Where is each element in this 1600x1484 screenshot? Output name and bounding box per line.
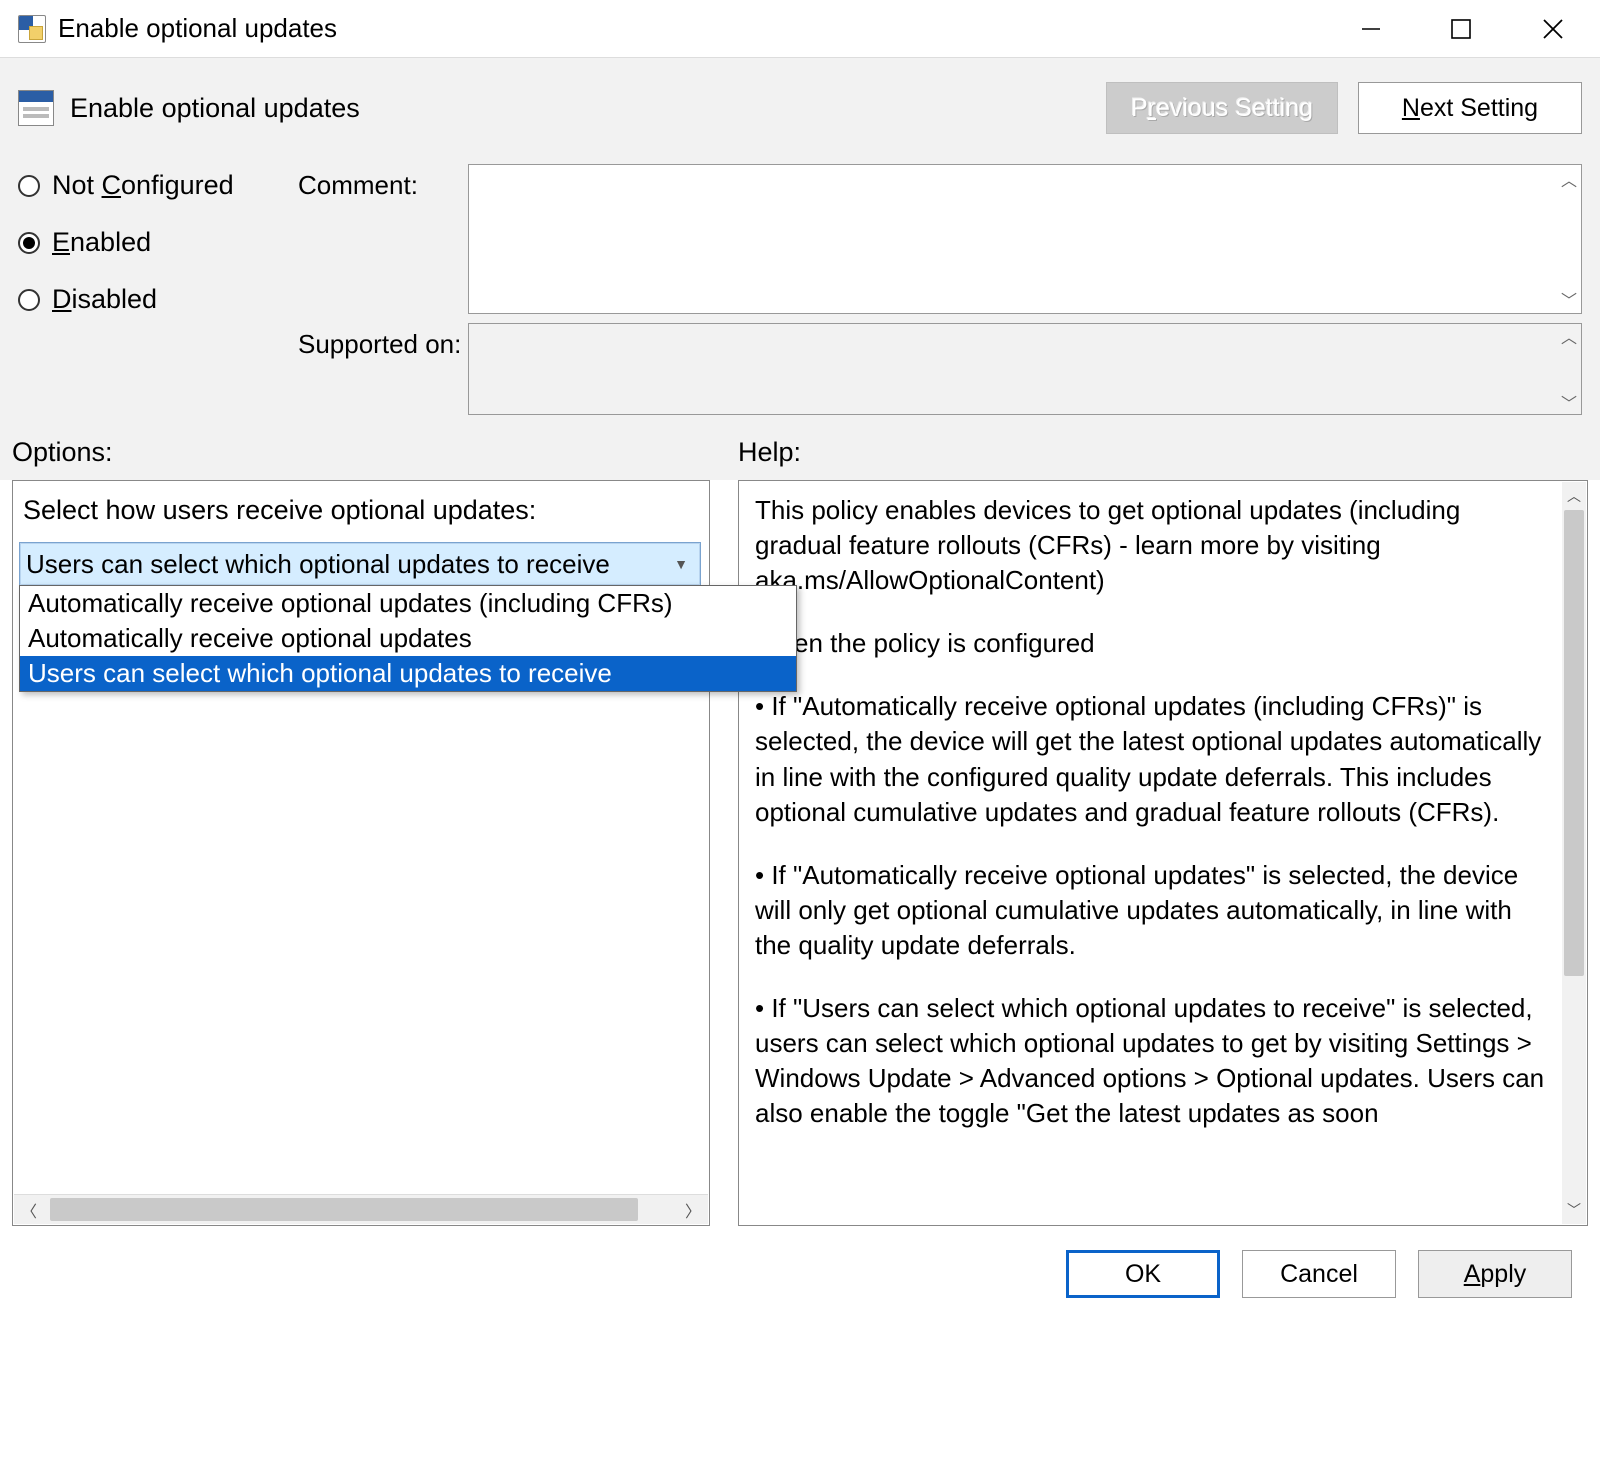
radio-icon (18, 175, 40, 197)
maximize-button[interactable] (1416, 0, 1506, 57)
radio-not-configured[interactable]: Not Configured (18, 170, 298, 201)
help-p3: • If "Automatically receive optional upd… (755, 689, 1545, 829)
cancel-button[interactable]: Cancel (1242, 1250, 1396, 1298)
window-title: Enable optional updates (58, 13, 1326, 44)
radio-icon (18, 289, 40, 311)
dropdown-option[interactable]: Users can select which optional updates … (20, 656, 796, 691)
apply-button[interactable]: Apply (1418, 1250, 1572, 1298)
policy-header-area: Enable optional updates Previous Setting… (0, 58, 1600, 425)
dropdown-option[interactable]: Automatically receive optional updates (… (20, 586, 796, 621)
options-header: Options: (12, 437, 738, 468)
radio-label: Enabled (52, 227, 151, 258)
scroll-right-icon[interactable]: 〉 (678, 1195, 708, 1224)
ok-button[interactable]: OK (1066, 1250, 1220, 1298)
help-header: Help: (738, 437, 1582, 468)
radio-enabled[interactable]: Enabled (18, 227, 298, 258)
scroll-left-icon[interactable]: 〈 (14, 1195, 44, 1224)
previous-setting-button: Previous Setting (1106, 82, 1338, 134)
scrollbar-thumb[interactable] (1564, 510, 1584, 976)
scrollbar-track[interactable] (1562, 510, 1586, 1196)
supported-on-field: ︿ ﹀ (468, 323, 1582, 415)
scroll-up-icon[interactable]: ︿ (1557, 324, 1581, 348)
policy-name: Enable optional updates (70, 93, 360, 124)
panel-headers: Options: Help: (0, 425, 1600, 480)
scrollbar-track[interactable] (44, 1195, 678, 1224)
options-panel: Select how users receive optional update… (12, 480, 710, 1226)
scroll-up-icon[interactable]: ︿ (1557, 167, 1581, 191)
help-p4: • If "Automatically receive optional upd… (755, 858, 1545, 963)
supported-on-label: Supported on: (298, 323, 468, 360)
minimize-button[interactable] (1326, 0, 1416, 57)
scroll-down-icon[interactable]: ﹀ (1557, 390, 1581, 414)
radio-label: Not Configured (52, 170, 234, 201)
scroll-down-icon[interactable]: ﹀ (1557, 287, 1581, 311)
window-controls (1326, 0, 1600, 57)
help-p5: • If "Users can select which optional up… (755, 991, 1545, 1131)
dialog-footer: OK Cancel Apply (0, 1226, 1600, 1298)
options-horizontal-scrollbar[interactable]: 〈 〉 (14, 1194, 708, 1224)
help-p2: When the policy is configured (755, 626, 1545, 661)
dropdown-selected-value: Users can select which optional updates … (20, 549, 662, 580)
chevron-down-icon: ▼ (662, 556, 700, 572)
policy-icon (18, 90, 54, 126)
comment-label: Comment: (298, 164, 468, 201)
scroll-down-icon[interactable]: ﹀ (1562, 1196, 1586, 1224)
radio-disabled[interactable]: Disabled (18, 284, 298, 315)
help-vertical-scrollbar[interactable]: ︿ ﹀ (1562, 482, 1586, 1224)
titlebar: Enable optional updates (0, 0, 1600, 58)
options-dropdown[interactable]: Users can select which optional updates … (19, 542, 701, 586)
dropdown-option[interactable]: Automatically receive optional updates (20, 621, 796, 656)
next-setting-button[interactable]: Next Setting (1358, 82, 1582, 134)
scrollbar-thumb[interactable] (50, 1198, 638, 1221)
app-icon (18, 15, 46, 43)
radio-icon (18, 232, 40, 254)
options-dropdown-label: Select how users receive optional update… (13, 481, 709, 542)
radio-label: Disabled (52, 284, 157, 315)
help-text: This policy enables devices to get optio… (739, 481, 1587, 1225)
close-button[interactable] (1506, 0, 1600, 57)
comment-field[interactable]: ︿ ﹀ (468, 164, 1582, 314)
help-panel: This policy enables devices to get optio… (738, 480, 1588, 1226)
scroll-up-icon[interactable]: ︿ (1562, 482, 1586, 510)
help-p1: This policy enables devices to get optio… (755, 493, 1545, 598)
